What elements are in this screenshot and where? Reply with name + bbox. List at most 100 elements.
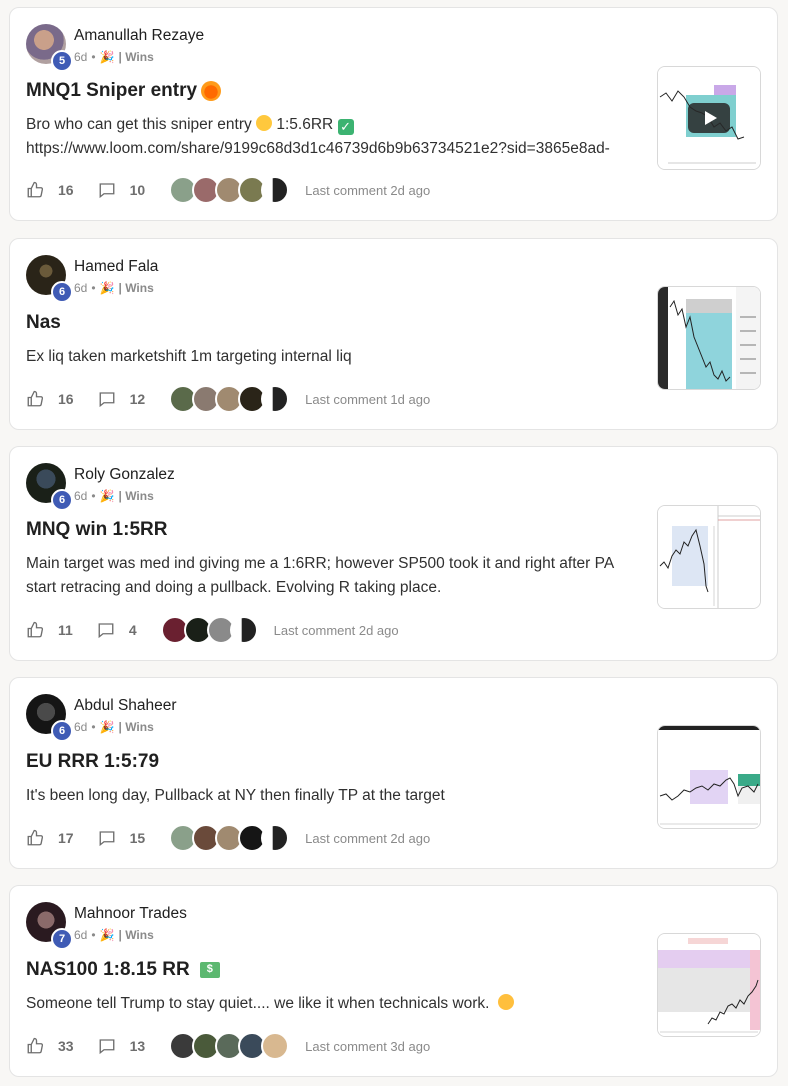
thumbs-up-icon [27,829,44,846]
comment-button[interactable]: 10 [98,181,146,199]
author-name[interactable]: Roly Gonzalez [74,466,175,484]
comment-button[interactable]: 4 [97,621,137,639]
commenter-avatars[interactable] [169,385,290,413]
post-title[interactable]: MNQ1 Sniper entry [26,80,222,102]
author-name[interactable]: Abdul Shaheer [74,697,177,715]
post-thumbnail[interactable] [657,933,761,1037]
level-badge: 6 [51,489,73,511]
like-count: 11 [58,622,73,638]
comment-button[interactable]: 13 [98,1037,145,1055]
category-label[interactable]: | Wins [119,50,154,64]
author-avatar[interactable]: 5 [26,24,73,72]
body-text-line: start retracing and doing a pullback. Ev… [26,579,442,596]
category-label[interactable]: | Wins [119,489,154,503]
post-thumbnail[interactable] [657,286,761,390]
last-comment: Last comment 2d ago [305,182,431,198]
party-popper-icon: 🎉 [99,50,115,64]
author-avatar[interactable]: 7 [26,902,73,950]
author-avatar[interactable]: 6 [26,463,73,511]
like-button[interactable]: 16 [26,181,74,199]
comment-button[interactable]: 15 [98,829,146,847]
body-text-line: Main target was med ind giving me a 1:6R… [26,555,615,572]
like-count: 16 [58,182,74,198]
chart-thumbnail [658,934,760,1036]
post-title-text: MNQ win 1:5RR [26,519,168,540]
party-popper-icon: 🎉 [99,720,115,734]
post-time: 6d [74,720,88,734]
avatar [261,824,290,852]
post-time: 6d [74,281,88,295]
post-thumbnail[interactable] [657,505,761,609]
party-popper-icon: 🎉 [99,489,115,503]
category-label[interactable]: | Wins [119,720,154,734]
author-name[interactable]: Amanullah Rezaye [74,27,204,45]
last-comment: Last comment 2d ago [305,830,431,846]
post-time: 6d [74,50,88,64]
meta-dot: • [91,50,96,64]
avatar [261,1032,290,1060]
post-time: 6d [74,489,88,503]
thumbs-up-icon [27,621,44,638]
commenter-avatars[interactable] [160,616,258,644]
author-name[interactable]: Mahnoor Trades [74,905,187,923]
like-button[interactable]: 16 [26,390,74,408]
body-text: Bro who can get this sniper entry [26,116,252,133]
play-video-icon[interactable] [688,103,730,133]
author-avatar[interactable]: 6 [26,255,73,303]
post-title-text: EU RRR 1:5:79 [26,751,160,772]
post-title[interactable]: NAS100 1:8.15 RR $ [26,959,220,981]
comment-icon [99,831,115,847]
like-count: 16 [58,391,74,407]
like-button[interactable]: 33 [26,1037,74,1055]
author-avatar[interactable]: 6 [26,694,73,742]
post-footer: 16 12 Last comment 1d ago [26,385,430,413]
level-badge: 5 [51,50,73,72]
comment-count: 4 [128,622,137,638]
category-label[interactable]: | Wins [119,928,154,942]
loom-link[interactable]: https://www.loom.com/share/9199c68d3d1c4… [26,137,636,161]
chart-thumbnail [658,287,760,389]
post-title[interactable]: MNQ win 1:5RR [26,519,167,541]
author-name[interactable]: Hamed Fala [74,258,158,276]
meta-dot: • [91,720,96,734]
chart-thumbnail [658,506,760,608]
like-button[interactable]: 17 [26,829,74,847]
commenter-avatars[interactable] [169,1032,290,1060]
comment-icon [99,183,115,199]
post-title-text: Nas [26,312,61,333]
commenter-avatars[interactable] [169,824,290,852]
post-title[interactable]: EU RRR 1:5:79 [26,751,159,773]
post-footer: 17 15 Last comment 2d ago [26,824,431,852]
level-badge: 6 [51,720,73,742]
post-thumbnail[interactable] [657,725,761,829]
post-card[interactable]: 6 Abdul Shaheer 6d • 🎉 | Wins EU RRR 1:5… [9,677,778,869]
money-with-wings-icon: $ [199,962,220,978]
post-title[interactable]: Nas [26,312,61,334]
post-card[interactable]: 6 Roly Gonzalez 6d • 🎉 | Wins MNQ win 1:… [9,446,778,661]
comment-icon [98,623,114,639]
last-comment: Last comment 3d ago [305,1038,431,1054]
category-label[interactable]: | Wins [119,281,154,295]
post-card[interactable]: 7 Mahnoor Trades 6d • 🎉 | Wins NAS100 1:… [9,885,778,1077]
post-body: Ex liq taken marketshift 1m targeting in… [26,348,352,365]
avatar [261,176,290,204]
commenter-avatars[interactable] [169,176,290,204]
comment-icon [99,392,115,408]
post-footer: 11 4 Last comment 2d ago [26,616,399,644]
post-meta: 6d • 🎉 | Wins [74,281,154,295]
comment-button[interactable]: 12 [98,390,145,408]
like-count: 17 [58,830,74,846]
like-count: 33 [58,1038,74,1054]
post-card[interactable]: 5 Amanullah Rezaye 6d • 🎉 | Wins MNQ1 Sn… [9,7,778,221]
post-meta: 6d • 🎉 | Wins [74,720,154,734]
avatar [229,616,258,644]
post-card[interactable]: 6 Hamed Fala 6d • 🎉 | Wins Nas Ex liq ta… [9,238,778,430]
steam-face-emoji-icon [497,994,514,1010]
thumbs-up-icon [27,181,44,198]
meta-dot: • [91,928,96,942]
comment-count: 10 [129,182,146,198]
like-button[interactable]: 11 [26,621,73,639]
post-thumbnail[interactable] [657,66,761,170]
comment-count: 15 [129,830,146,846]
check-mark-icon: ✓ [337,119,354,135]
